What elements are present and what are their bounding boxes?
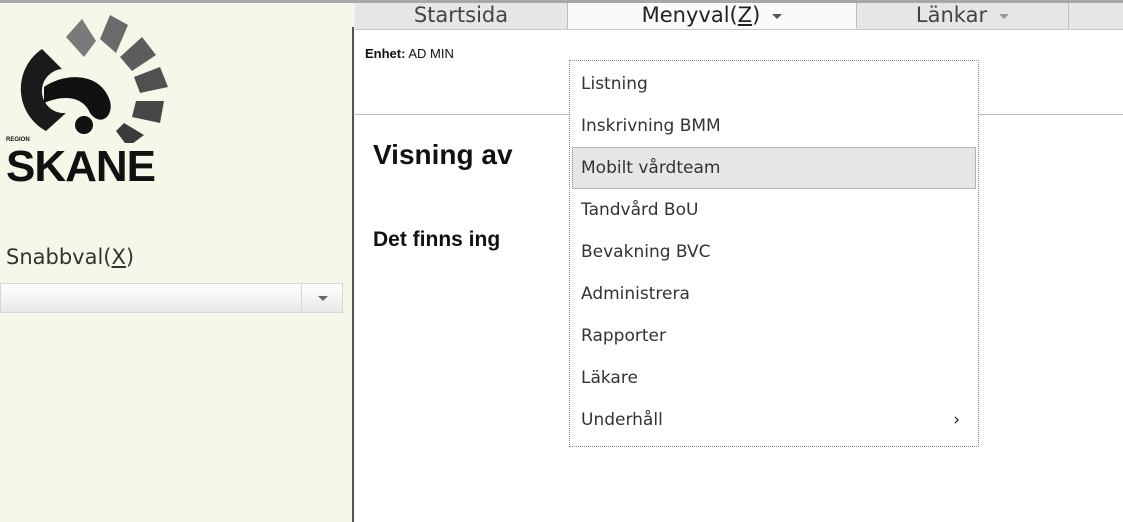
unit-info: Enhet: AD MIN xyxy=(365,46,454,61)
sidebar-divider xyxy=(352,27,354,522)
chevron-down-icon xyxy=(999,13,1010,19)
page-title: Visning av xyxy=(373,139,513,170)
quick-label-prefix: Snabbval( xyxy=(6,245,112,269)
unit-value: AD MIN xyxy=(408,46,454,61)
top-navigation: Startsida Menyval(Z) Länkar xyxy=(355,3,1123,30)
menu-item-mobilt-vardteam[interactable]: Mobilt vårdteam xyxy=(572,147,976,189)
nav-tab-label-suffix: ) xyxy=(752,3,761,27)
menu-item-listning[interactable]: Listning xyxy=(572,63,976,105)
nav-tab-menyval[interactable]: Menyval(Z) xyxy=(568,3,857,29)
menu-item-underhall[interactable]: Underhåll › xyxy=(572,399,976,441)
menu-item-inskrivning-bmm[interactable]: Inskrivning BMM xyxy=(572,105,976,147)
chevron-down-icon xyxy=(772,13,783,19)
quick-select-label: Snabbval(X) xyxy=(6,245,134,269)
menyval-dropdown-menu: Listning Inskrivning BMM Mobilt vårdteam… xyxy=(569,60,979,447)
region-skane-logo: REGION SKANE xyxy=(4,13,184,191)
nav-tab-lankar[interactable]: Länkar xyxy=(857,3,1069,29)
sidebar: REGION SKANE Snabbval(X) xyxy=(0,3,352,522)
menu-item-bevakning-bvc[interactable]: Bevakning BVC xyxy=(572,231,976,273)
nav-tab-startsida[interactable]: Startsida xyxy=(355,3,568,29)
menu-item-administrera[interactable]: Administrera xyxy=(572,273,976,315)
app-window: REGION SKANE Snabbval(X) Startsida Menyv… xyxy=(0,0,1123,522)
quick-label-hotkey: X xyxy=(111,245,126,269)
chevron-down-icon xyxy=(318,296,328,301)
menu-item-label: Underhåll xyxy=(581,410,663,430)
menu-item-rapporter[interactable]: Rapporter xyxy=(572,315,976,357)
logo-brand-name: SKANE xyxy=(6,142,156,191)
nav-tab-label-prefix: Menyval( xyxy=(641,3,738,27)
quick-label-suffix: ) xyxy=(125,245,135,269)
nav-tab-label: Länkar xyxy=(915,3,988,27)
quick-select-toggle[interactable] xyxy=(301,284,342,312)
empty-state-message: Det finns ing xyxy=(373,228,501,251)
logo-symbol-icon xyxy=(20,15,168,147)
nav-tab-hotkey: Z xyxy=(737,3,753,27)
nav-tab-label: Startsida xyxy=(413,3,509,27)
chevron-right-icon: › xyxy=(953,410,960,430)
menu-item-tandvard-bou[interactable]: Tandvård BoU xyxy=(572,189,976,231)
menu-item-lakare[interactable]: Läkare xyxy=(572,357,976,399)
quick-select-dropdown[interactable] xyxy=(0,283,343,313)
unit-label: Enhet: xyxy=(365,46,406,61)
